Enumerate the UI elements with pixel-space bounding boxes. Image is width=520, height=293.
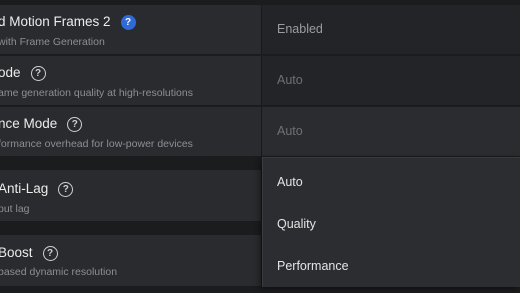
help-icon[interactable]: ? <box>42 246 58 261</box>
setting-label-cell: Boost? based dynamic resolution <box>0 235 261 287</box>
setting-value: Auto <box>277 124 303 138</box>
section-gap <box>0 157 261 170</box>
setting-title: nce Mode <box>0 116 58 131</box>
setting-title: d Motion Frames 2 <box>0 14 111 29</box>
setting-label-cell: ode? ame generation quality at high-reso… <box>0 56 261 106</box>
help-icon[interactable]: ? <box>67 117 83 132</box>
help-icon[interactable]: ? <box>30 66 46 81</box>
setting-value: Auto <box>277 73 303 87</box>
setting-subtitle: based dynamic resolution <box>0 266 118 278</box>
dropdown-option-quality[interactable]: Quality <box>277 217 316 231</box>
setting-row-mode: ode? ame generation quality at high-reso… <box>0 56 520 106</box>
help-icon[interactable]: ? <box>58 182 74 197</box>
dropdown-option-performance[interactable]: Performance <box>277 259 349 273</box>
dropdown-option-auto[interactable]: Auto <box>277 175 303 189</box>
setting-row-performance-mode: nce Mode? formance overhead for low-powe… <box>0 107 520 157</box>
setting-label-cell: Anti-Lag? put lag <box>0 170 261 222</box>
setting-value-dropdown[interactable]: Enabled <box>261 5 520 55</box>
setting-subtitle: with Frame Generation <box>0 36 105 48</box>
setting-label-cell: nce Mode? formance overhead for low-powe… <box>0 107 261 157</box>
setting-label-cell: d Motion Frames 2? with Frame Generation <box>0 5 261 55</box>
setting-row-motion-frames: d Motion Frames 2? with Frame Generation… <box>0 5 520 55</box>
help-icon[interactable]: ? <box>120 15 136 30</box>
setting-subtitle: put lag <box>0 203 30 215</box>
dropdown-menu: Auto Quality Performance <box>262 157 520 287</box>
setting-subtitle: ame generation quality at high-resolutio… <box>0 87 193 99</box>
setting-title: Anti-Lag <box>0 181 49 196</box>
setting-title: ode <box>0 65 21 80</box>
setting-title: Boost <box>0 245 33 260</box>
setting-value: Enabled <box>277 22 323 36</box>
setting-value-dropdown[interactable]: Auto <box>261 56 520 106</box>
setting-subtitle: formance overhead for low-power devices <box>0 138 193 150</box>
setting-value-dropdown[interactable]: Auto <box>261 107 520 157</box>
